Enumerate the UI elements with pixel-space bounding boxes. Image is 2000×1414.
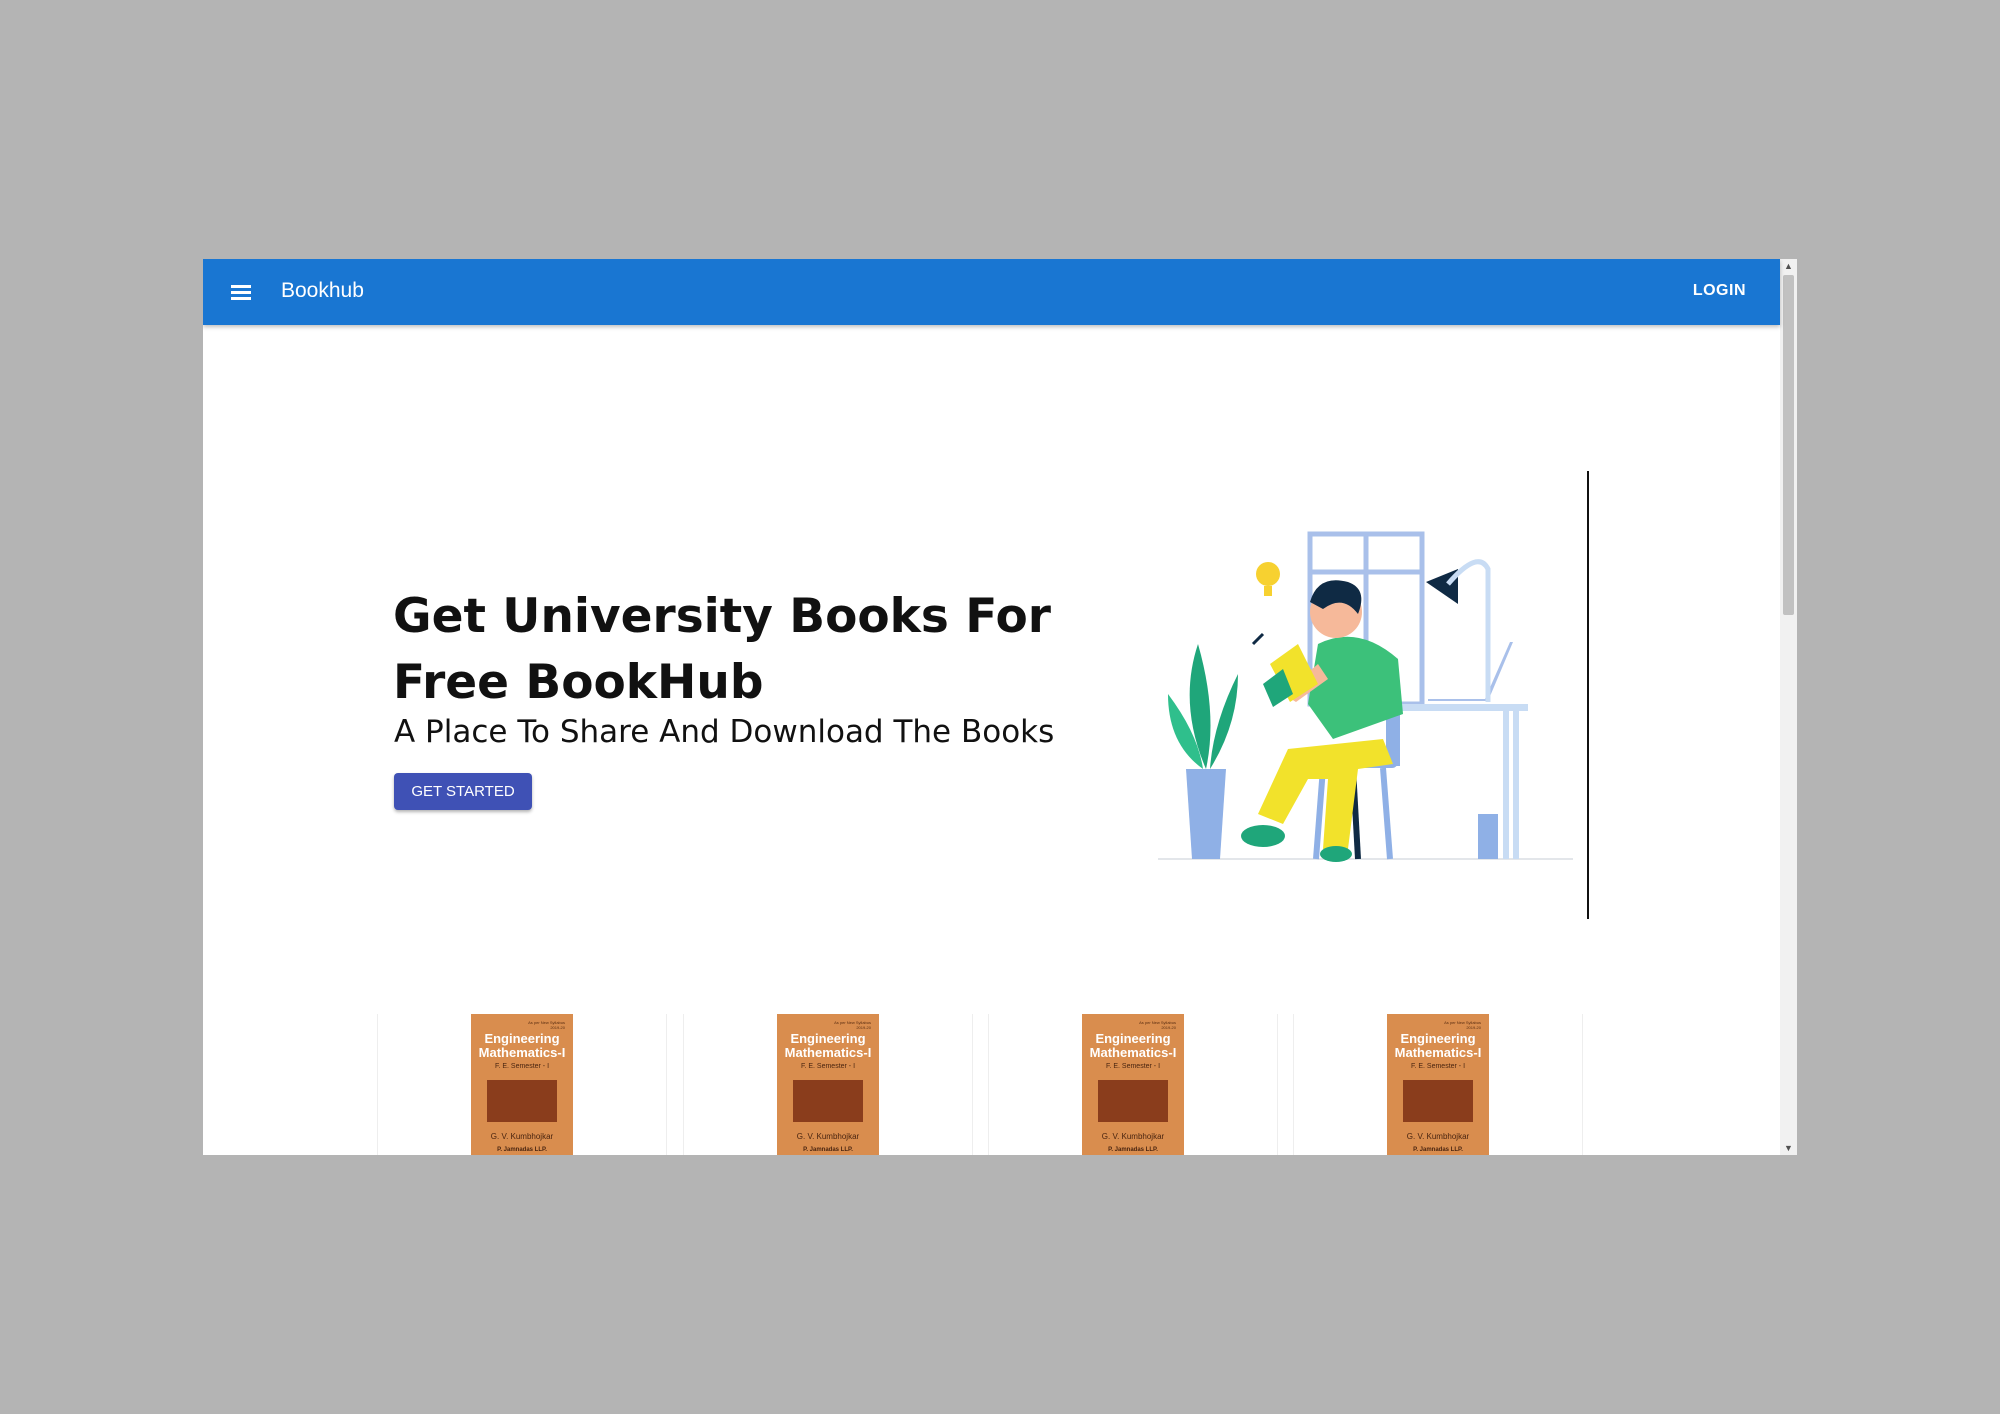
book-cover-art — [793, 1080, 863, 1122]
book-publisher: P. Jamnadas LLP. — [1108, 1147, 1158, 1153]
hero-title: Get University Books For Free BookHub — [393, 589, 1051, 710]
hamburger-menu-icon[interactable] — [227, 279, 257, 305]
book-cover-image[interactable]: As per New Syllabus 2019-20 Engineering … — [471, 1014, 573, 1155]
plant-pot — [1186, 769, 1226, 859]
book-cover-art — [487, 1080, 557, 1122]
desk-leg-2 — [1513, 711, 1519, 859]
divider-line — [1587, 471, 1589, 919]
vertical-scrollbar[interactable]: ▲ ▼ — [1780, 259, 1797, 1155]
book-cover-art — [1403, 1080, 1473, 1122]
book-cover-image[interactable]: As per New Syllabus 2019-20 Engineering … — [777, 1014, 879, 1155]
person-reading-illustration — [1158, 531, 1573, 862]
lamp-shade — [1426, 569, 1458, 604]
book-publisher: P. Jamnadas LLP. — [1413, 1147, 1463, 1153]
book-card[interactable]: As per New Syllabus 2019-20 Engineering … — [988, 1014, 1278, 1155]
book-title: Engineering Mathematics-I — [1089, 1031, 1177, 1060]
scrollbar-thumb[interactable] — [1783, 275, 1794, 615]
laptop — [1428, 642, 1513, 701]
plant-leaf-2 — [1210, 674, 1238, 769]
book-card[interactable]: As per New Syllabus 2019-20 Engineering … — [377, 1014, 667, 1155]
desk-leg — [1503, 711, 1509, 859]
chair-leg-3 — [1380, 767, 1393, 860]
book-cover-image[interactable]: As per New Syllabus 2019-20 Engineering … — [1082, 1014, 1184, 1155]
book-title: Engineering Mathematics-I — [478, 1031, 566, 1060]
chair-leg — [1313, 767, 1326, 860]
book-title: Engineering Mathematics-I — [1394, 1031, 1482, 1060]
person-shoe — [1241, 825, 1285, 847]
pen — [1251, 632, 1265, 646]
hero-subtitle: A Place To Share And Download The Books — [394, 714, 1055, 750]
app-bar: Bookhub LOGIN — [203, 259, 1780, 325]
book-card[interactable]: As per New Syllabus 2019-20 Engineering … — [683, 1014, 973, 1155]
app-title[interactable]: Bookhub — [281, 279, 364, 303]
get-started-button[interactable]: GET STARTED — [394, 773, 532, 810]
lightbulb-base — [1264, 586, 1272, 596]
book-cover-art — [1098, 1080, 1168, 1122]
book-author: G. V. Kumbhojkar — [796, 1132, 860, 1141]
login-button[interactable]: LOGIN — [1693, 282, 1746, 300]
book-author: G. V. Kumbhojkar — [490, 1132, 554, 1141]
lightbulb — [1256, 562, 1280, 586]
person-shoe-2 — [1320, 846, 1352, 862]
book-cover-image[interactable]: As per New Syllabus 2019-20 Engineering … — [1387, 1014, 1489, 1155]
book-card[interactable]: As per New Syllabus 2019-20 Engineering … — [1293, 1014, 1583, 1155]
book-author: G. V. Kumbhojkar — [1101, 1132, 1165, 1141]
book-author: G. V. Kumbhojkar — [1406, 1132, 1470, 1141]
desk-drawer — [1478, 814, 1498, 859]
book-title: Engineering Mathematics-I — [784, 1031, 872, 1060]
book-publisher: P. Jamnadas LLP. — [803, 1147, 853, 1153]
book-publisher: P. Jamnadas LLP. — [497, 1147, 547, 1153]
browser-viewport: Bookhub LOGIN Get University Books For F… — [203, 259, 1797, 1155]
scroll-down-arrow-icon[interactable]: ▼ — [1780, 1141, 1797, 1155]
scroll-up-arrow-icon[interactable]: ▲ — [1780, 259, 1797, 273]
